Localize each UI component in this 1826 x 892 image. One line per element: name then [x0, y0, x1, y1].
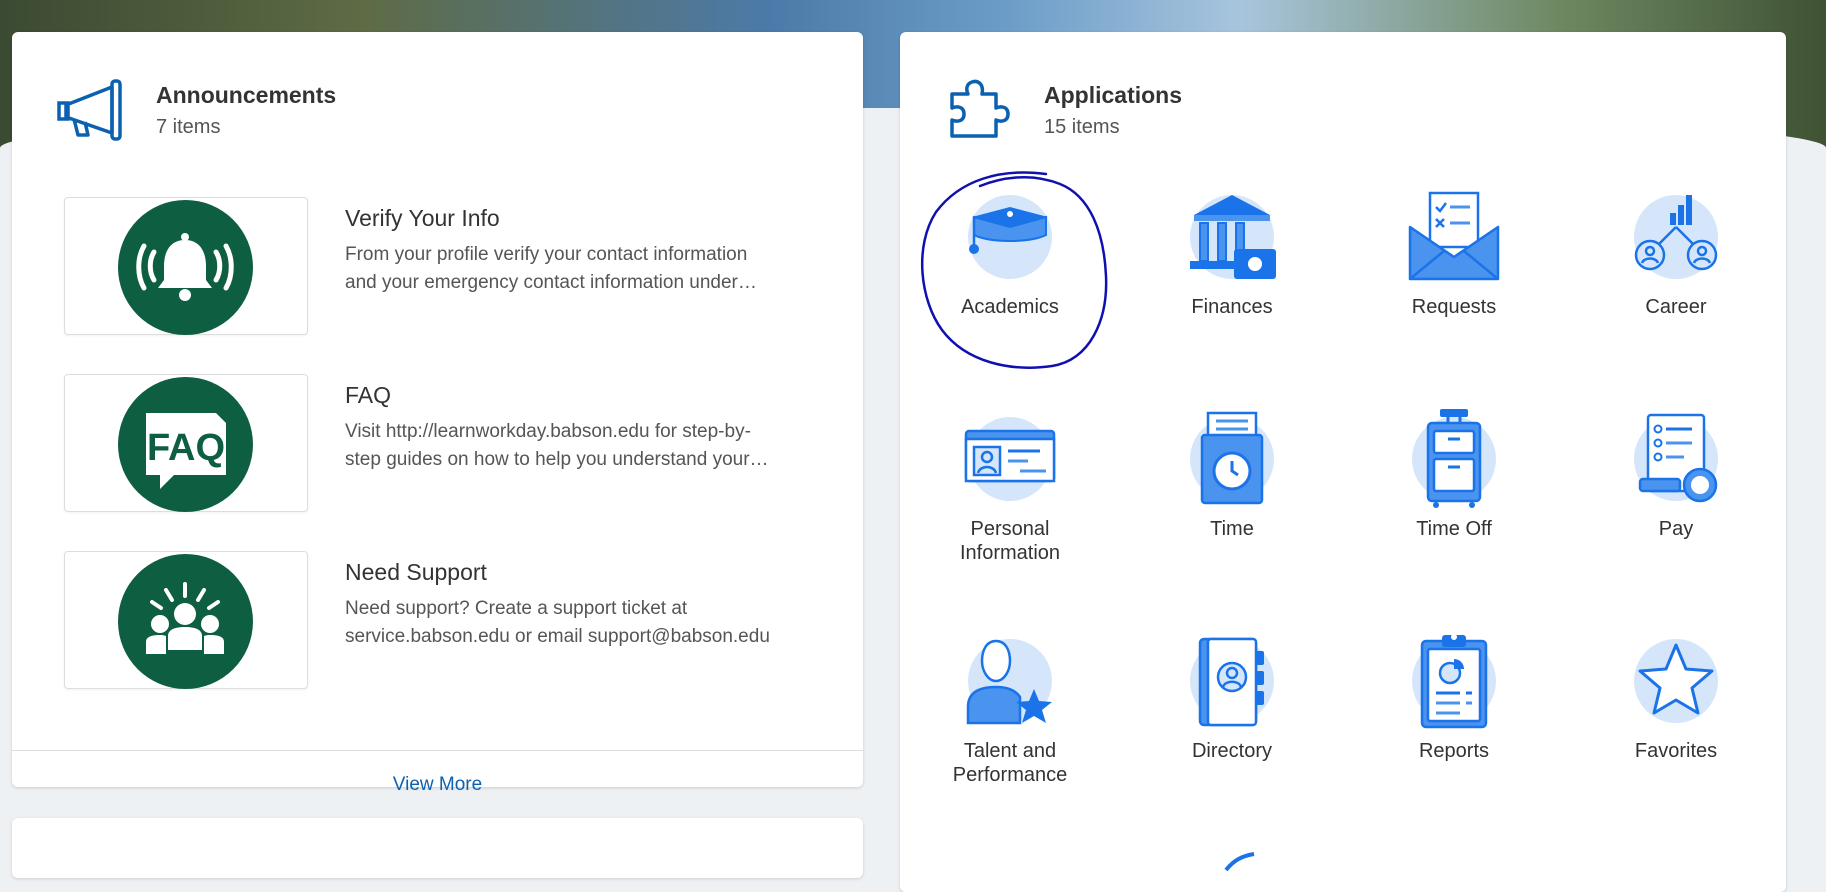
partial-app-icon: [1220, 852, 1260, 877]
announcement-title: FAQ: [345, 382, 392, 408]
suitcase-icon: [1404, 409, 1504, 509]
app-label-line: Personal: [970, 518, 1050, 540]
app-academics[interactable]: Academics: [910, 187, 1110, 367]
app-label-line: Performance: [952, 764, 1068, 786]
description-line: service.babson.edu or email support@babs…: [345, 626, 770, 647]
app-label: Favorites: [1634, 740, 1718, 762]
announcement-thumbnail: [64, 197, 308, 335]
announcement-description: Visit http://learnworkday.babson.edu for…: [345, 418, 820, 474]
app-personal-information[interactable]: Personal Information: [910, 409, 1110, 589]
app-label: Career: [1645, 296, 1707, 318]
graduation-cap-icon: [960, 187, 1060, 287]
secondary-card: [12, 818, 863, 878]
directory-icon: [1182, 631, 1282, 731]
applications-card: Applications 15 items Academics Finances…: [900, 32, 1786, 892]
talent-icon: [960, 631, 1060, 731]
announcement-thumbnail: [64, 551, 308, 689]
app-directory[interactable]: Directory: [1132, 631, 1332, 811]
announcement-item-support[interactable]: Need Support Need support? Create a supp…: [52, 551, 862, 689]
announcements-count: 7 items: [156, 116, 221, 138]
description-line: and your emergency contact information u…: [345, 272, 757, 293]
announcement-thumbnail: FAQ: [64, 374, 308, 512]
app-label: Time Off: [1416, 518, 1492, 540]
announcement-title: Verify Your Info: [345, 205, 500, 231]
career-icon: [1626, 187, 1726, 287]
people-icon: [118, 554, 253, 689]
app-label: Pay: [1658, 518, 1694, 540]
app-time-off[interactable]: Time Off: [1354, 409, 1554, 589]
app-label: Requests: [1411, 296, 1497, 318]
megaphone-icon: [52, 77, 132, 152]
applications-title: Applications: [1044, 82, 1183, 108]
card-divider: [12, 750, 863, 751]
puzzle-icon: [946, 74, 1016, 149]
description-line: Visit http://learnworkday.babson.edu for…: [345, 421, 751, 442]
app-label: Personal Information: [910, 517, 1110, 565]
app-label-line: Talent and: [963, 740, 1057, 762]
announcement-description: From your profile verify your contact in…: [345, 241, 820, 297]
bell-icon: [118, 200, 253, 335]
bank-icon: [1182, 187, 1282, 287]
star-icon: [1626, 631, 1726, 731]
app-label: Time: [1210, 518, 1254, 540]
reports-icon: [1404, 631, 1504, 731]
app-label: Academics: [961, 296, 1059, 318]
app-talent-and-performance[interactable]: Talent and Performance: [910, 631, 1110, 811]
id-card-icon: [960, 409, 1060, 509]
announcement-description: Need support? Create a support ticket at…: [345, 595, 820, 651]
announcements-card: Announcements 7 items Verify Your Info F…: [12, 32, 863, 795]
pay-icon: [1626, 409, 1726, 509]
app-requests[interactable]: Requests: [1354, 187, 1554, 367]
announcements-title: Announcements: [156, 82, 337, 108]
app-pay[interactable]: Pay: [1576, 409, 1776, 589]
faq-icon: FAQ: [118, 377, 253, 512]
app-label: Directory: [1191, 740, 1272, 762]
svg-text:FAQ: FAQ: [147, 427, 225, 469]
announcement-item-verify[interactable]: Verify Your Info From your profile verif…: [52, 197, 862, 335]
app-reports[interactable]: Reports: [1354, 631, 1554, 811]
app-label: Talent and Performance: [910, 739, 1110, 787]
app-time[interactable]: Time: [1132, 409, 1332, 589]
time-clock-icon: [1182, 409, 1282, 509]
app-career[interactable]: Career: [1576, 187, 1776, 367]
envelope-icon: [1404, 187, 1504, 287]
applications-count: 15 items: [1044, 116, 1120, 138]
app-label: Reports: [1418, 740, 1490, 762]
announcement-item-faq[interactable]: FAQ FAQ Visit http://learnworkday.babson…: [52, 374, 862, 512]
description-line: Need support? Create a support ticket at: [345, 598, 688, 619]
description-line: From your profile verify your contact in…: [345, 244, 748, 265]
app-label: Finances: [1191, 296, 1273, 318]
announcement-title: Need Support: [345, 559, 487, 585]
app-finances[interactable]: Finances: [1132, 187, 1332, 367]
description-line: step guides on how to help you understan…: [345, 449, 769, 470]
app-label-line: Information: [959, 542, 1061, 564]
view-more-link[interactable]: View More: [12, 774, 863, 796]
app-favorites[interactable]: Favorites: [1576, 631, 1776, 811]
